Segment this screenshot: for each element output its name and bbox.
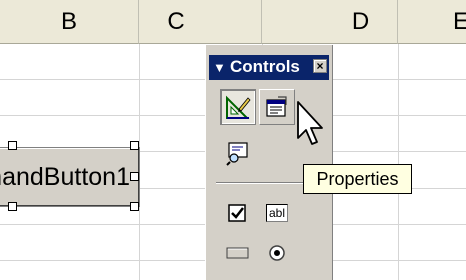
column-header-d-label: D: [351, 7, 370, 35]
column-header-d[interactable]: D: [262, 0, 398, 44]
close-icon[interactable]: ×: [313, 59, 327, 73]
column-header-c[interactable]: C: [139, 0, 262, 44]
column-header-b-label: B: [60, 7, 77, 35]
column-header-e-label: E: [453, 7, 466, 35]
column-header-c-label: C: [167, 7, 185, 35]
grid-col-line: [398, 44, 399, 280]
text-box-icon: abl: [265, 204, 288, 222]
properties-tooltip: Properties: [303, 164, 412, 194]
checkbox-icon: [228, 204, 246, 222]
column-header-e[interactable]: E: [398, 0, 466, 44]
check-box-button[interactable]: [220, 195, 256, 231]
radio-button-icon: [269, 245, 285, 261]
toolbox-title-text: Controls: [230, 57, 300, 76]
toolbox-title: Controls: [230, 57, 310, 77]
properties-icon: [266, 96, 287, 117]
view-code-button[interactable]: [220, 135, 256, 171]
mouse-pointer-icon: [297, 101, 323, 145]
column-header-b[interactable]: B: [0, 0, 139, 44]
tooltip-text: Properties: [316, 168, 399, 189]
resize-handle-top-right[interactable]: [130, 141, 139, 150]
resize-handle-bottom-right[interactable]: [130, 202, 139, 211]
design-mode-button[interactable]: [220, 89, 256, 125]
resize-handle-bottom-left[interactable]: [8, 202, 17, 211]
resize-handle-top-left[interactable]: [8, 141, 17, 150]
text-box-button[interactable]: abl: [259, 195, 295, 231]
resize-handle-right[interactable]: [130, 172, 139, 181]
command-button-control[interactable]: CommandButton1: [0, 147, 140, 207]
view-code-icon: [226, 142, 248, 166]
control-toolbox: ▼ Controls × abl: [205, 45, 333, 280]
command-button-tool[interactable]: [220, 235, 256, 271]
command-button-icon: [226, 247, 249, 259]
toolbar-options-arrow-icon[interactable]: ▼: [213, 60, 226, 76]
properties-button[interactable]: [259, 89, 295, 125]
toolbox-title-bar[interactable]: ▼ Controls ×: [209, 55, 329, 80]
design-mode-icon: [226, 95, 251, 119]
option-button-tool[interactable]: [259, 235, 295, 271]
command-button-caption: CommandButton1: [0, 162, 130, 191]
